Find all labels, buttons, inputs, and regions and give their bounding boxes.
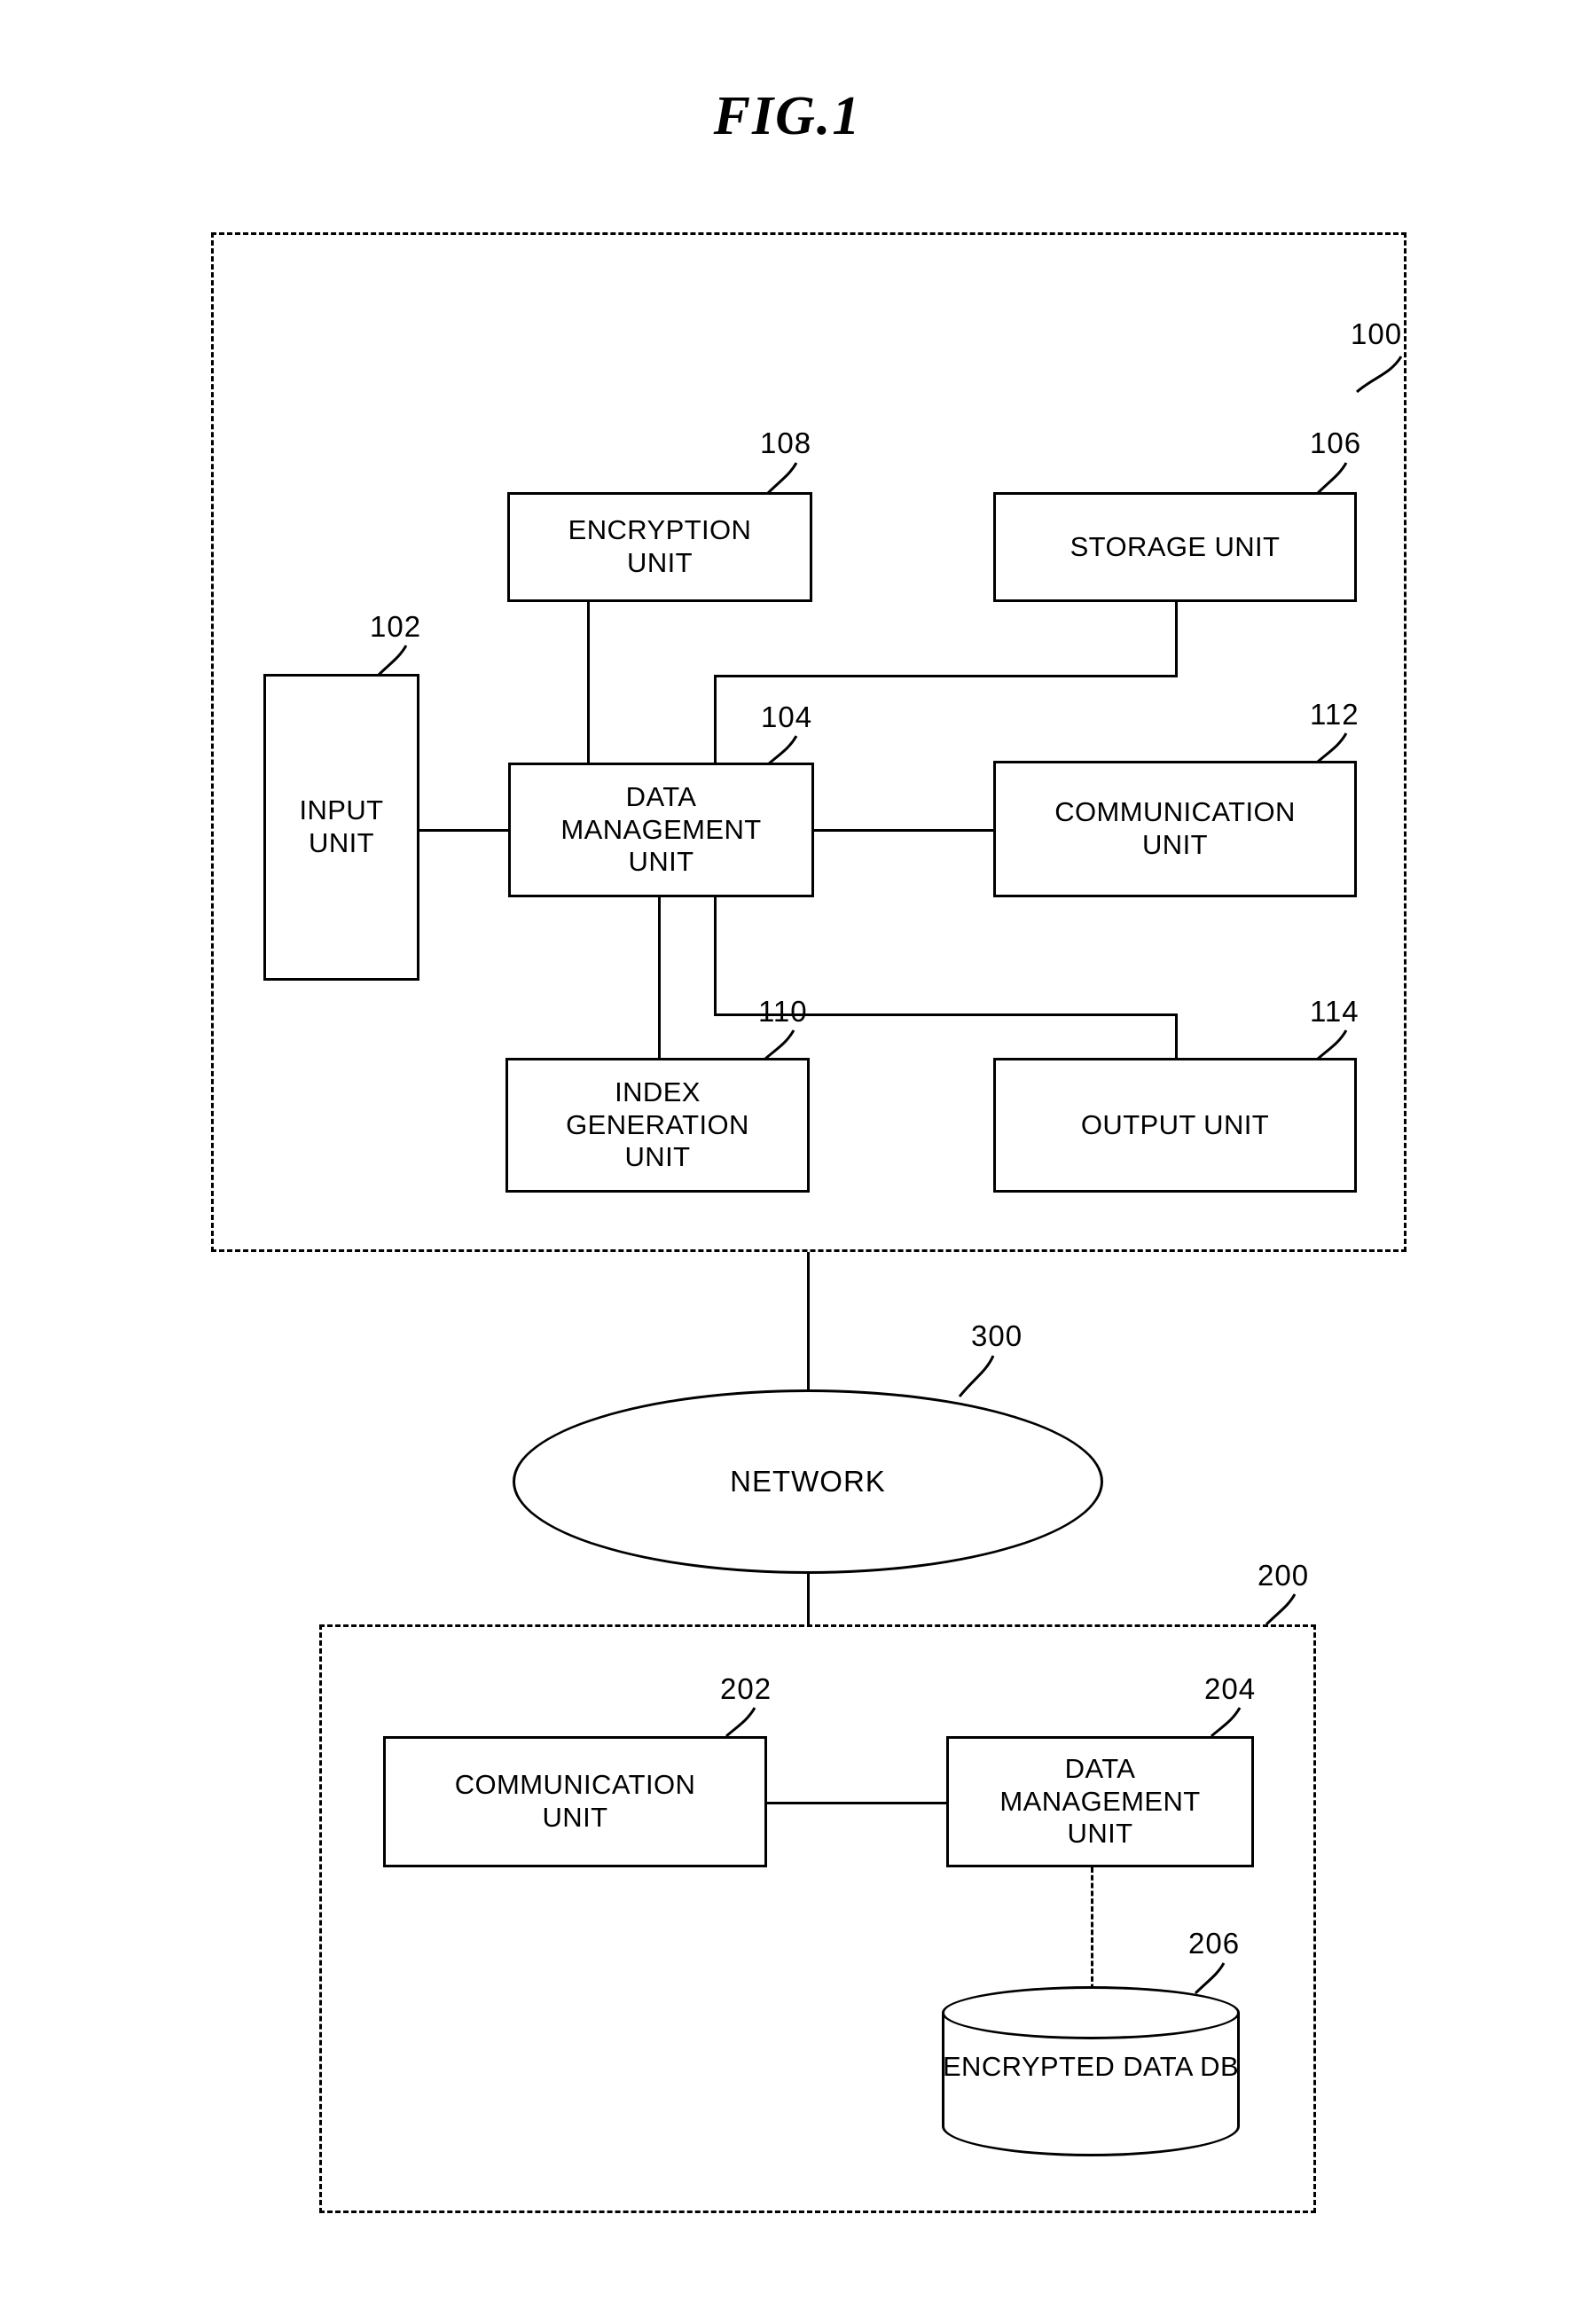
index-gen-label-line2: GENERATION xyxy=(566,1108,749,1140)
server-comm-label-line2: UNIT xyxy=(542,1802,608,1833)
comm-unit-label-line1: COMMUNICATION xyxy=(1054,796,1296,828)
network-ellipse: NETWORK xyxy=(513,1389,1103,1574)
connector-server-comm-to-dmu xyxy=(764,1802,949,1804)
connector-storage-to-dmu xyxy=(714,675,717,765)
connector-input-to-dmu xyxy=(417,829,511,832)
ref-114: 114 xyxy=(1310,995,1360,1028)
storage-unit-label: STORAGE UNIT xyxy=(1070,530,1281,562)
data-management-unit-box-server: DATA MANAGEMENT UNIT xyxy=(946,1736,1254,1867)
connector-client-to-network xyxy=(807,1252,810,1390)
input-unit-label-line2: UNIT xyxy=(309,827,374,858)
ref-104: 104 xyxy=(761,700,813,733)
storage-unit-box: STORAGE UNIT xyxy=(993,492,1357,602)
leader-line-112 xyxy=(1317,732,1348,763)
ref-112: 112 xyxy=(1310,698,1360,731)
server-dmu-label-line3: UNIT xyxy=(1067,1818,1133,1850)
db-label: ENCRYPTED DATA DB xyxy=(942,2050,1240,2083)
leader-line-200 xyxy=(1265,1593,1297,1626)
encrypted-data-db-cylinder: ENCRYPTED DATA DB xyxy=(942,1986,1240,2160)
leader-line-114 xyxy=(1317,1029,1348,1060)
ref-102: 102 xyxy=(370,610,422,643)
ref-206: 206 xyxy=(1188,1927,1241,1960)
ref-200: 200 xyxy=(1258,1559,1310,1592)
output-unit-box: OUTPUT UNIT xyxy=(993,1058,1357,1193)
ref-100: 100 xyxy=(1351,317,1403,350)
leader-line-206 xyxy=(1194,1962,1226,1995)
connector-dmu-to-communication xyxy=(811,829,996,832)
db-label-line1: ENCRYPTED xyxy=(942,2051,1116,2082)
ref-108: 108 xyxy=(760,426,812,459)
connector-dmu-to-index-generation xyxy=(658,895,661,1060)
leader-line-204 xyxy=(1211,1707,1242,1738)
figure-title: FIG.1 xyxy=(713,86,862,146)
leader-line-102 xyxy=(376,645,408,677)
dmu-label-line3: UNIT xyxy=(628,846,694,878)
connector-to-output-unit xyxy=(1175,1013,1178,1060)
leader-line-108 xyxy=(766,462,798,495)
server-comm-label-line1: COMMUNICATION xyxy=(454,1769,696,1801)
connector-encryption-to-dmu xyxy=(587,602,590,765)
index-gen-label-line3: UNIT xyxy=(624,1141,691,1173)
server-dmu-label-line1: DATA xyxy=(1064,1753,1136,1785)
leader-line-300 xyxy=(958,1355,995,1397)
input-unit-label-line1: INPUT xyxy=(299,794,384,826)
connector-storage-horizontal xyxy=(714,675,1178,677)
connector-network-to-server xyxy=(807,1574,810,1627)
leader-line-104 xyxy=(767,735,798,766)
leader-line-106 xyxy=(1316,462,1348,495)
index-gen-label-line1: INDEX xyxy=(615,1076,701,1108)
communication-unit-box-server: COMMUNICATION UNIT xyxy=(383,1736,767,1867)
comm-unit-label-line2: UNIT xyxy=(1142,829,1208,860)
connector-storage-down xyxy=(1175,602,1178,677)
db-label-line2: DATA DB xyxy=(1123,2051,1240,2082)
leader-line-110 xyxy=(764,1029,795,1060)
ref-110: 110 xyxy=(758,995,808,1028)
data-management-unit-box-client: DATA MANAGEMENT UNIT xyxy=(508,763,814,897)
dmu-label-line1: DATA xyxy=(625,781,697,813)
output-unit-label: OUTPUT UNIT xyxy=(1080,1108,1270,1140)
ref-204: 204 xyxy=(1204,1672,1257,1705)
leader-line-100 xyxy=(1356,356,1403,394)
server-dmu-label-line2: MANAGEMENT xyxy=(999,1785,1201,1817)
encryption-unit-label-line1: ENCRYPTION xyxy=(568,514,752,546)
ref-202: 202 xyxy=(720,1672,772,1705)
communication-unit-box-client: COMMUNICATION UNIT xyxy=(993,761,1357,897)
leader-line-202 xyxy=(725,1707,756,1738)
network-label: NETWORK xyxy=(730,1465,886,1498)
dmu-label-line2: MANAGEMENT xyxy=(560,813,762,845)
ref-300: 300 xyxy=(971,1319,1023,1352)
encryption-unit-label-line2: UNIT xyxy=(627,547,693,578)
index-generation-unit-box: INDEX GENERATION UNIT xyxy=(505,1058,810,1193)
input-unit-box: INPUT UNIT xyxy=(263,674,419,981)
patent-figure-page: FIG.1 100 ENCRYPTION UNIT 108 STORAGE UN… xyxy=(0,0,1575,2324)
connector-dmu-down-to-output xyxy=(714,895,717,1015)
encryption-unit-box: ENCRYPTION UNIT xyxy=(507,492,812,602)
ref-106: 106 xyxy=(1310,426,1362,459)
